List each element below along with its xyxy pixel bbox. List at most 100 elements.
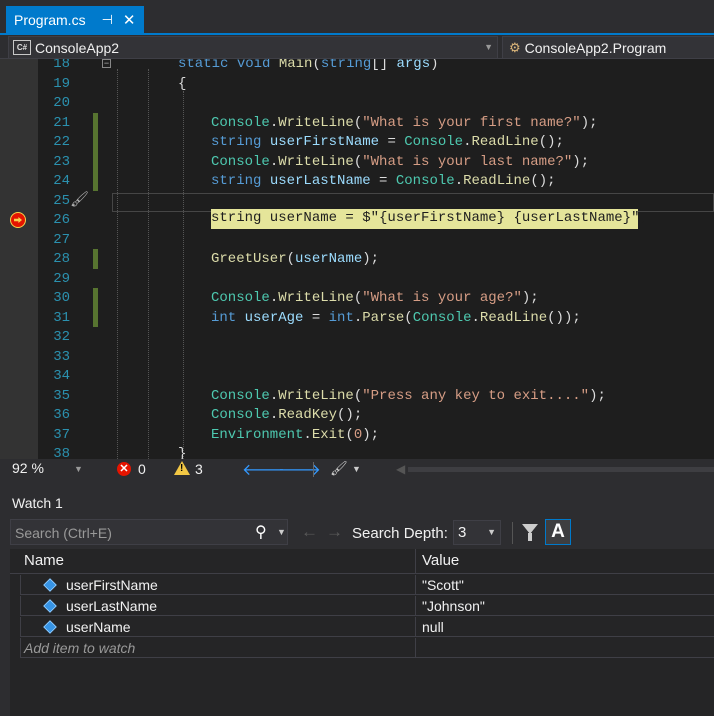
watch-variable-value[interactable]: null (422, 619, 444, 635)
error-count[interactable]: 0 (138, 461, 146, 477)
line-number: 33 (53, 348, 70, 365)
scroll-left-icon[interactable]: ◀ (396, 462, 405, 476)
line-number: 35 (53, 387, 70, 404)
code-text[interactable]: Environment.Exit(0); (211, 426, 379, 446)
code-line[interactable]: 37 Environment.Exit(0); (0, 426, 714, 446)
pin-icon[interactable]: ⊣ (102, 12, 113, 28)
class-icon: ⚙ (509, 39, 521, 55)
change-marker (93, 113, 98, 191)
current-statement-highlight: string userName = $"{userFirstName} {use… (211, 209, 648, 229)
column-divider[interactable] (415, 549, 416, 573)
collapse-icon[interactable]: − (102, 59, 111, 68)
code-text[interactable]: string userFirstName = Console.ReadLine(… (211, 133, 564, 153)
code-text[interactable]: Console.WriteLine("Press any key to exit… (211, 387, 606, 407)
watch-variable-value[interactable]: "Johnson" (422, 598, 485, 614)
watch-row[interactable]: userFirstName "Scott" (10, 575, 714, 596)
current-statement-code: string userName = $"{userFirstName} {use… (211, 210, 648, 226)
tab-title: Program.cs (14, 11, 86, 28)
code-text[interactable]: Console.ReadKey(); (211, 406, 362, 426)
search-icon[interactable]: ⚲ (255, 522, 267, 542)
code-text[interactable]: Console.WriteLine("What is your first na… (211, 114, 598, 134)
line-number: 23 (53, 153, 70, 170)
code-text[interactable]: Console.WriteLine("What is your last nam… (211, 153, 589, 173)
code-line[interactable]: 32 (0, 328, 714, 348)
chevron-down-icon: ▼ (484, 42, 493, 52)
code-line[interactable]: 34 (0, 367, 714, 387)
line-number: 32 (53, 329, 70, 345)
code-line[interactable]: 27 (0, 231, 714, 251)
line-number: 38 (53, 446, 70, 459)
line-number: 37 (53, 426, 70, 443)
search-input[interactable] (11, 520, 257, 546)
code-line[interactable]: 31 int userAge = int.Parse(Console.ReadLi… (0, 309, 714, 329)
font-toggle-button[interactable]: A (545, 519, 571, 545)
editor-status-bar: 92 % ▼ ✕ 0 3 🡐 🡒 🖌 ▼ ◀ (0, 459, 714, 480)
chevron-down-icon[interactable]: ▼ (352, 459, 361, 480)
code-text[interactable]: static void Main(string[] args) (178, 59, 439, 75)
watch-variable-value[interactable]: "Scott" (422, 577, 464, 593)
line-number: 25 (53, 192, 70, 209)
line-number: 31 (53, 309, 70, 326)
code-line[interactable]: 36 Console.ReadKey(); (0, 406, 714, 426)
watch-panel-title[interactable]: Watch 1 (12, 495, 63, 511)
indent-guide (183, 91, 184, 459)
watch-search-box[interactable]: ⚲ ▼ (10, 519, 288, 546)
watch-row[interactable]: userName null (10, 617, 714, 638)
add-watch-row[interactable]: Add item to watch (10, 638, 714, 659)
code-line[interactable]: 20 (0, 94, 714, 114)
variable-icon (44, 621, 56, 633)
code-line[interactable]: 19{ (0, 75, 714, 95)
project-name: ConsoleApp2 (35, 39, 120, 56)
search-depth-value: 3 (458, 524, 467, 541)
code-line[interactable]: 22 string userFirstName = Console.ReadLin… (0, 133, 714, 153)
warning-icon[interactable] (174, 461, 190, 475)
search-previous-icon[interactable]: ← (301, 522, 318, 542)
watch-grid-header: Name Value (10, 549, 714, 574)
execution-pointer-icon[interactable] (10, 212, 26, 228)
code-cleanup-icon[interactable]: 🖌 (330, 460, 348, 477)
code-line[interactable]: 38} (0, 445, 714, 459)
chevron-down-icon[interactable]: ▼ (277, 520, 286, 544)
line-number: 27 (53, 231, 70, 248)
search-depth-dropdown[interactable]: 3 ▼ (453, 520, 501, 545)
line-number: 18 (53, 59, 70, 72)
code-text[interactable]: Console.WriteLine("What is your age?"); (211, 289, 539, 309)
horizontal-scrollbar[interactable] (408, 467, 714, 472)
line-number: 28 (53, 251, 70, 267)
navigate-forward-icon[interactable]: 🡒 (278, 459, 321, 480)
quick-action-icon[interactable]: 🖌 (70, 190, 89, 208)
code-text[interactable]: string userLastName = Console.ReadLine()… (211, 172, 556, 192)
warning-count[interactable]: 3 (195, 461, 203, 477)
line-number: 20 (53, 95, 70, 111)
project-dropdown[interactable]: C# ConsoleApp2 ▼ (8, 36, 498, 59)
error-icon[interactable]: ✕ (117, 462, 131, 476)
code-text[interactable]: int userAge = int.Parse(Console.ReadLine… (211, 309, 581, 329)
code-line[interactable]: 30 Console.WriteLine("What is your age?")… (0, 289, 714, 309)
code-line[interactable]: 29 (0, 270, 714, 290)
change-marker (93, 249, 98, 269)
tab-program-cs[interactable]: Program.cs ⊣ ✕ (6, 6, 144, 33)
line-number: 21 (53, 114, 70, 131)
line-number: 36 (53, 407, 70, 423)
code-line[interactable]: 21 Console.WriteLine("What is your first … (0, 114, 714, 134)
line-number: 29 (53, 270, 70, 287)
code-line[interactable]: 23 Console.WriteLine("What is your last n… (0, 153, 714, 173)
watch-row[interactable]: userLastName "Johnson" (10, 596, 714, 617)
class-name: ConsoleApp2.Program (524, 39, 667, 56)
search-next-icon[interactable]: → (326, 522, 343, 542)
column-header-name[interactable]: Name (24, 552, 64, 569)
chevron-down-icon[interactable]: ▼ (74, 459, 83, 480)
variable-icon (44, 600, 56, 612)
zoom-level[interactable]: 92 % (12, 460, 44, 476)
code-text[interactable]: GreetUser(userName); (211, 250, 379, 270)
line-number: 30 (53, 290, 70, 306)
code-line[interactable]: 28 GreetUser(userName); (0, 250, 714, 270)
code-line[interactable]: 33 (0, 348, 714, 368)
add-item-to-watch[interactable]: Add item to watch (24, 640, 135, 656)
code-line[interactable]: 24 string userLastName = Console.ReadLine… (0, 172, 714, 192)
code-editor[interactable]: 18 static void Main(string[] args) 19{20 21… (0, 59, 714, 459)
close-icon[interactable]: ✕ (123, 11, 136, 29)
column-header-value[interactable]: Value (422, 552, 459, 569)
code-line[interactable]: 35 Console.WriteLine("Press any key to ex… (0, 387, 714, 407)
class-dropdown[interactable]: ⚙ ConsoleApp2.Program (502, 36, 714, 59)
